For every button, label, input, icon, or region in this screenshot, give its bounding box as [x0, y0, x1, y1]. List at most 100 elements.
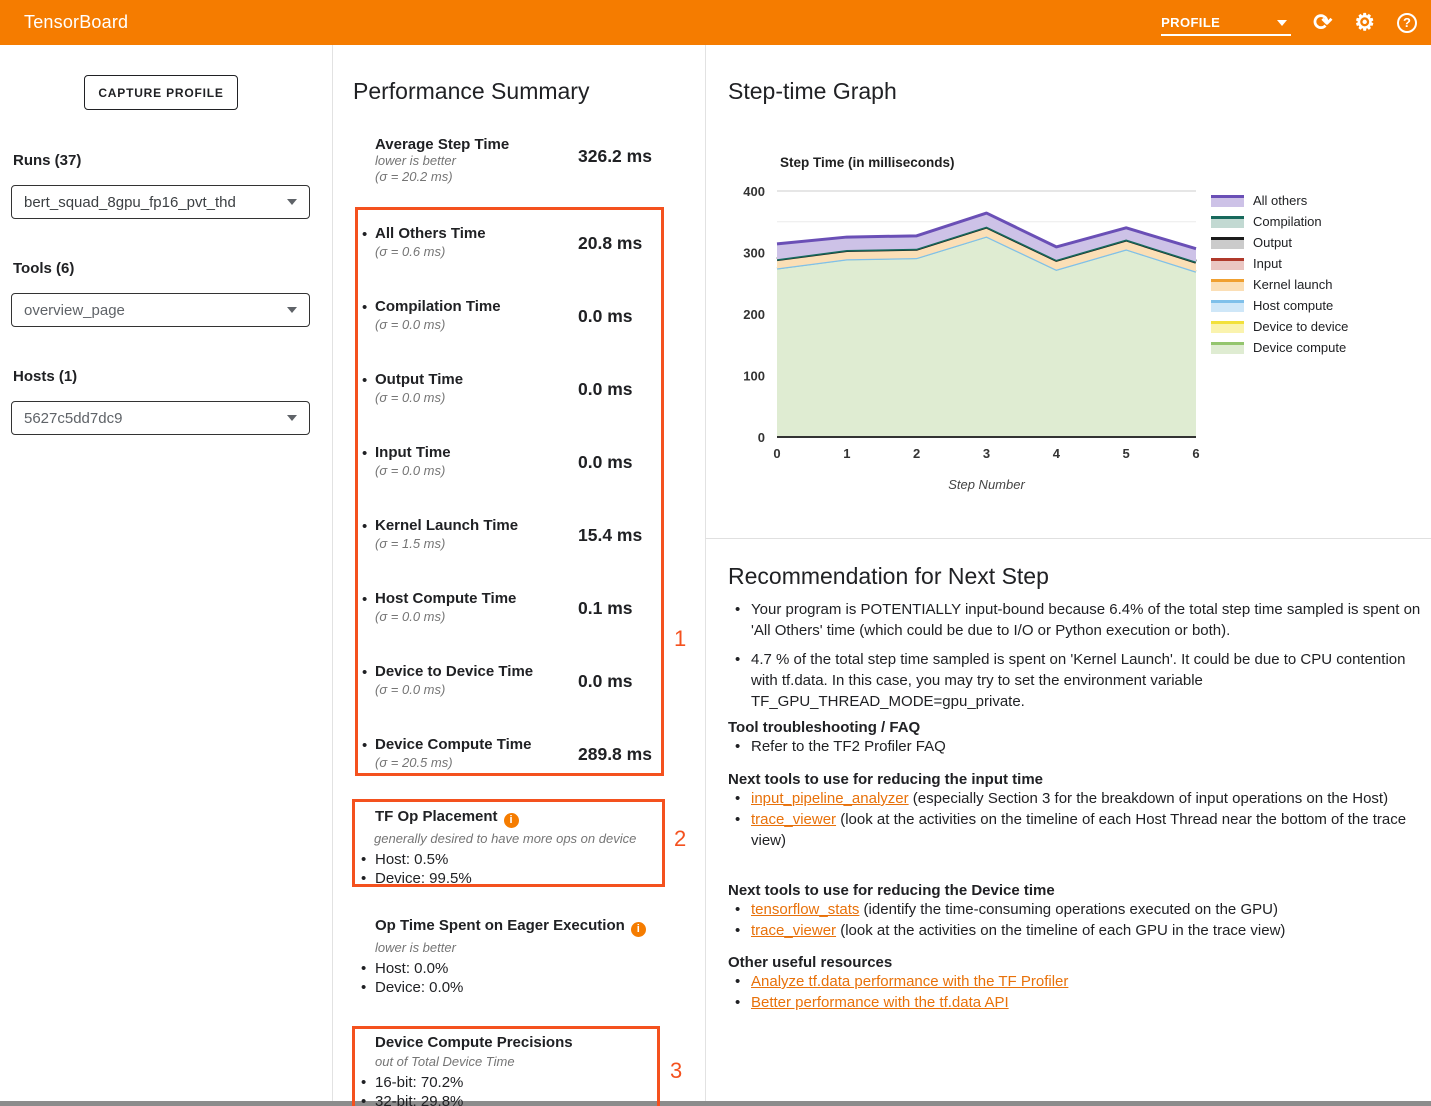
info-icon[interactable]: i	[631, 922, 646, 937]
item-text: (look at the activities on the timeline …	[836, 922, 1285, 939]
bullet: •	[362, 372, 367, 389]
metric-sigma: (σ = 0.0 ms)	[375, 682, 445, 698]
legend-item-device-compute: Device compute	[1211, 337, 1348, 358]
metric-value: 0.1 ms	[578, 598, 632, 619]
bullet: •	[362, 737, 367, 754]
refresh-icon[interactable]: ⟳	[1313, 11, 1332, 34]
chevron-down-icon	[287, 415, 297, 421]
input-pipeline-analyzer-link[interactable]: input_pipeline_analyzer	[751, 790, 909, 807]
metric-label: Device Compute Time	[375, 736, 531, 753]
dashboard-selector-value: PROFILE	[1161, 15, 1277, 30]
metric-sigma: (σ = 0.0 ms)	[375, 317, 445, 333]
metric-label: Output Time	[375, 371, 463, 388]
runs-select[interactable]: bert_squad_8gpu_fp16_pvt_thd	[11, 185, 310, 219]
step-time-graph-title: Step-time Graph	[728, 78, 897, 105]
legend-item-host-compute: Host compute	[1211, 295, 1348, 316]
average-step-time-sigma: (σ = 20.2 ms)	[375, 169, 665, 185]
legend-item-input: Input	[1211, 253, 1348, 274]
eager-host: Host: 0.0%	[361, 959, 685, 978]
help-icon[interactable]: ?	[1397, 13, 1417, 33]
performance-summary-title: Performance Summary	[353, 78, 589, 105]
x-tick: 2	[913, 446, 920, 461]
tfdata-api-link[interactable]: Better performance with the tf.data API	[751, 994, 1009, 1011]
bullet: •	[362, 518, 367, 535]
tensorflow-stats-link[interactable]: tensorflow_stats	[751, 901, 859, 918]
tfdata-profiler-link[interactable]: Analyze tf.data performance with the TF …	[751, 973, 1068, 990]
metric-label: Host Compute Time	[375, 590, 516, 607]
legend-label: Input	[1253, 256, 1282, 271]
precisions-title: Device Compute Precisions	[375, 1034, 657, 1051]
y-tick: 0	[758, 430, 765, 445]
eager-execution-title: Op Time Spent on Eager Executioni	[375, 917, 685, 937]
metric-label: Input Time	[375, 444, 451, 461]
legend-swatch	[1211, 300, 1244, 312]
annotation-box-3: Device Compute Precisions out of Total D…	[352, 1026, 660, 1106]
recommendation-bullet-2: 4.7 % of the total step time sampled is …	[734, 649, 1422, 712]
item-text: (identify the time-consuming operations …	[859, 901, 1278, 918]
legend-swatch	[1211, 195, 1244, 207]
metric-value: 0.0 ms	[578, 671, 632, 692]
metric-value: 15.4 ms	[578, 525, 642, 546]
trace-viewer-link[interactable]: trace_viewer	[751, 922, 836, 939]
metric-sigma: (σ = 0.0 ms)	[375, 609, 445, 625]
precision-16bit: 16-bit: 70.2%	[361, 1073, 657, 1092]
list-item: Refer to the TF2 Profiler FAQ	[734, 736, 1418, 757]
bullet: •	[362, 591, 367, 608]
app-title: TensorBoard	[24, 12, 128, 33]
tools-label: Tools (6)	[13, 260, 74, 277]
x-tick: 0	[773, 446, 780, 461]
annotation-box-1: • All Others Time (σ = 0.6 ms) 20.8 ms •…	[355, 207, 664, 776]
metric-sigma: (σ = 20.5 ms)	[375, 755, 453, 771]
runs-select-value: bert_squad_8gpu_fp16_pvt_thd	[24, 194, 287, 211]
bottom-scrollbar[interactable]	[0, 1101, 1431, 1106]
tf-op-placement-subtitle: generally desired to have more ops on de…	[374, 831, 662, 846]
section-divider	[705, 538, 1431, 539]
chart-legend: All othersCompilationOutputInputKernel l…	[1211, 190, 1348, 358]
legend-item-all-others: All others	[1211, 190, 1348, 211]
tf-op-placement-host: Host: 0.5%	[361, 850, 662, 869]
info-icon[interactable]: i	[504, 813, 519, 828]
app-header: TensorBoard PROFILE ⟳ ⚙ ?	[0, 0, 1431, 45]
eager-device: Device: 0.0%	[361, 978, 685, 997]
bullet: •	[362, 445, 367, 462]
y-tick: 200	[743, 307, 765, 322]
section-heading: Tool troubleshooting / FAQ	[728, 719, 1418, 736]
metric-row-device-to-device: • Device to Device Time (σ = 0.0 ms) 0.0…	[358, 663, 658, 736]
metric-value: 0.0 ms	[578, 452, 632, 473]
recommendation-title: Recommendation for Next Step	[728, 563, 1049, 590]
dashboard-selector[interactable]: PROFILE	[1161, 15, 1291, 36]
tf-op-placement-title: TF Op Placementi	[375, 808, 662, 828]
list-item: Analyze tf.data performance with the TF …	[734, 971, 1418, 992]
metric-label: Compilation Time	[375, 298, 501, 315]
metric-row-input: • Input Time (σ = 0.0 ms) 0.0 ms	[358, 444, 658, 517]
list-item: tensorflow_stats (identify the time-cons…	[734, 899, 1418, 920]
hosts-select[interactable]: 5627c5dd7dc9	[11, 401, 310, 435]
y-tick: 300	[743, 246, 765, 261]
legend-label: Device compute	[1253, 340, 1346, 355]
section-troubleshooting: Tool troubleshooting / FAQ Refer to the …	[728, 719, 1418, 757]
legend-label: Device to device	[1253, 319, 1348, 334]
trace-viewer-link[interactable]: trace_viewer	[751, 811, 836, 828]
capture-profile-button[interactable]: CAPTURE PROFILE	[84, 75, 238, 110]
tools-select-value: overview_page	[24, 302, 287, 319]
average-step-time-value: 326.2 ms	[578, 146, 652, 167]
list-item: trace_viewer (look at the activities on …	[734, 809, 1418, 851]
metric-row-host-compute: • Host Compute Time (σ = 0.0 ms) 0.1 ms	[358, 590, 658, 663]
settings-gear-icon[interactable]: ⚙	[1354, 11, 1375, 34]
annotation-number-2: 2	[674, 826, 686, 852]
legend-item-kernel-launch: Kernel launch	[1211, 274, 1348, 295]
chevron-down-icon	[287, 307, 297, 313]
x-tick: 5	[1123, 446, 1130, 461]
recommendation-bullets: Your program is POTENTIALLY input-bound …	[734, 599, 1422, 712]
y-tick: 100	[743, 369, 765, 384]
item-text: (look at the activities on the timeline …	[751, 811, 1406, 849]
header-toolbar: PROFILE ⟳ ⚙ ?	[1161, 0, 1417, 45]
list-item: trace_viewer (look at the activities on …	[734, 920, 1418, 941]
metric-sigma: (σ = 1.5 ms)	[375, 536, 445, 552]
tensorboard-profile-page: TensorBoard PROFILE ⟳ ⚙ ? CAPTURE PROFIL…	[0, 0, 1431, 1106]
x-tick: 1	[843, 446, 850, 461]
sidebar-divider	[332, 45, 333, 1106]
tools-select[interactable]: overview_page	[11, 293, 310, 327]
legend-swatch	[1211, 279, 1244, 291]
annotation-number-1: 1	[674, 626, 686, 652]
